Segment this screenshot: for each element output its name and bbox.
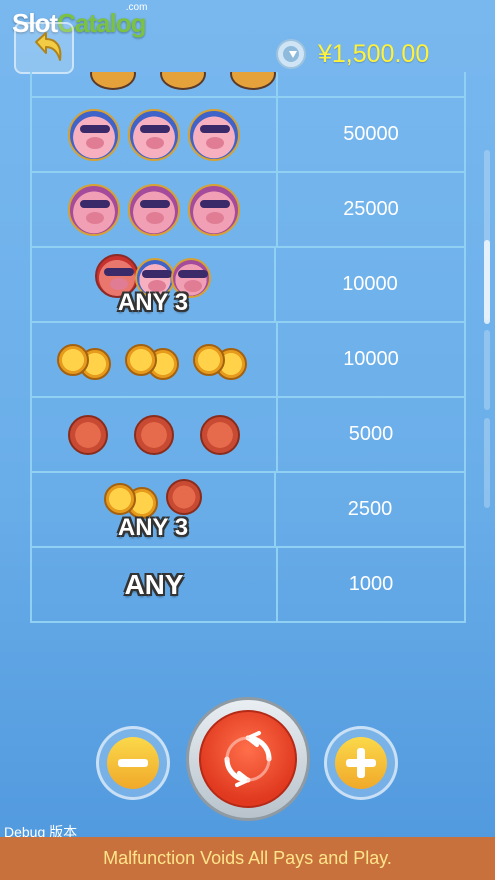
gold-coins-icon	[57, 340, 115, 380]
balance-amount: ¥1,500.00	[318, 39, 430, 68]
scrollbar-thumb[interactable]	[484, 240, 490, 324]
balance-display: ¥1,500.00	[276, 36, 429, 72]
any-label: ANY	[124, 568, 184, 600]
paytable-row: ANY 3 2500	[32, 473, 464, 548]
gold-coins-icon	[125, 340, 183, 380]
spin-arrows-icon	[224, 731, 272, 787]
balance-toggle-icon[interactable]	[276, 39, 306, 69]
pink-pig-icon	[128, 183, 180, 236]
footer-bar: Malfunction Voids All Pays and Play.	[0, 837, 495, 880]
paytable-row: 50000	[32, 96, 464, 173]
blue-pig-icon	[128, 108, 180, 161]
blue-pig-icon	[68, 108, 120, 161]
payout-value: 5000	[348, 423, 394, 445]
any-3-label: ANY 3	[117, 514, 189, 541]
paytable-symbols	[32, 398, 278, 471]
paytable-symbols: ANY 3	[32, 473, 276, 546]
payout-value: 10000	[342, 273, 398, 295]
gold-coins-icon	[193, 340, 251, 380]
paytable-symbols	[32, 173, 278, 246]
paytable-row: 25000	[32, 173, 464, 248]
red-coin-icon	[200, 414, 240, 455]
paytable-row: ANY 3 10000	[32, 248, 464, 323]
paytable-row: 10000	[32, 323, 464, 398]
payout-value: 10000	[343, 348, 399, 370]
malfunction-notice: Malfunction Voids All Pays and Play.	[103, 848, 392, 868]
payout-value: 1000	[348, 573, 394, 595]
paytable-clipped-row	[30, 72, 466, 96]
red-coin-icon	[166, 479, 202, 515]
red-coin-icon	[68, 414, 108, 455]
pink-pig-icon	[68, 183, 120, 236]
minus-icon	[107, 737, 159, 789]
blue-pig-icon	[188, 108, 240, 161]
paytable-symbols	[32, 98, 278, 171]
decrease-bet-button[interactable]	[96, 726, 170, 800]
paytable-row: ANY 1000	[32, 548, 464, 623]
payout-value: 2500	[347, 498, 393, 520]
paytable-symbols: ANY 3	[32, 248, 276, 321]
pink-pig-icon	[188, 183, 240, 236]
back-arrow-icon	[35, 32, 62, 61]
back-button[interactable]	[14, 22, 74, 74]
plus-icon	[335, 737, 387, 789]
paytable[interactable]: 50000 25000 ANY 3 10000 10000 5000 ANY 3…	[30, 96, 466, 623]
gold-coins-icon	[104, 479, 162, 519]
any-3-label: ANY 3	[117, 289, 189, 316]
paytable-symbols	[32, 323, 278, 396]
increase-bet-button[interactable]	[324, 726, 398, 800]
spin-button[interactable]	[186, 697, 310, 821]
scrollbar-track[interactable]	[484, 330, 490, 410]
payout-value: 50000	[343, 123, 399, 145]
red-coin-icon	[134, 414, 174, 455]
paytable-symbols: ANY	[32, 548, 278, 621]
paytable-row: 5000	[32, 398, 464, 473]
scrollbar-track[interactable]	[484, 418, 490, 508]
payout-value: 25000	[343, 198, 399, 220]
brand-suffix: .com	[125, 2, 148, 13]
